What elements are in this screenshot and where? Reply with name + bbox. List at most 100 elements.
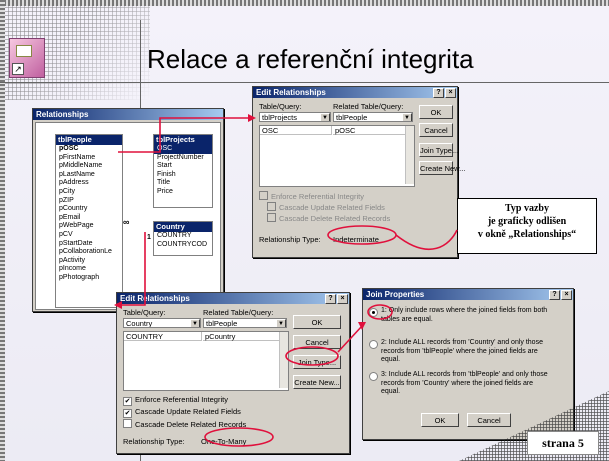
edit-relationships-dialog-bottom[interactable]: Edit Relationships ? × Table/Query: Relat… bbox=[116, 292, 350, 454]
grid-left-field[interactable]: COUNTRY bbox=[124, 332, 202, 341]
relationships-titlebar[interactable]: Relationships bbox=[33, 109, 223, 120]
table-field[interactable]: pOSC bbox=[56, 145, 122, 154]
related-table-value: tblPeople bbox=[206, 319, 238, 328]
table-country-header[interactable]: Country bbox=[154, 222, 212, 232]
table-tblprojects-header[interactable]: tblProjects bbox=[154, 135, 212, 145]
cascade-update-checkbox[interactable]: Cascade Update Related Fields bbox=[267, 202, 385, 212]
access-logo-icon: ↗ bbox=[9, 38, 45, 78]
grid-scrollbar[interactable] bbox=[279, 332, 288, 388]
join-option-2[interactable]: 2: Include ALL records from 'Country' an… bbox=[369, 339, 569, 367]
cascade-update-checkbox[interactable]: ✔ Cascade Update Related Fields bbox=[123, 407, 241, 418]
table-country[interactable]: Country COUNTRY COUNTRYCOD bbox=[153, 221, 213, 256]
join-type-button[interactable]: Join Type... bbox=[293, 355, 341, 369]
chevron-down-icon[interactable]: ▼ bbox=[320, 113, 330, 121]
table-field[interactable]: pZIP bbox=[56, 197, 122, 206]
chevron-down-icon[interactable]: ▼ bbox=[402, 113, 412, 121]
table-field[interactable]: pCountry bbox=[56, 205, 122, 214]
check-icon[interactable] bbox=[123, 419, 132, 428]
close-icon[interactable]: × bbox=[561, 290, 572, 300]
table-field[interactable]: pCV bbox=[56, 231, 122, 240]
slide-title: Relace a referenční integrita bbox=[147, 44, 474, 74]
table-field[interactable]: pIncome bbox=[56, 265, 122, 274]
field-mapping-grid[interactable]: OSC pOSC bbox=[259, 125, 415, 187]
join-option-1-line2: tables are equal. bbox=[381, 315, 433, 323]
enforce-integrity-checkbox[interactable]: Enforce Referential Integrity bbox=[259, 191, 364, 201]
edit-relationships-top-titlebar[interactable]: Edit Relationships ? × bbox=[253, 87, 457, 98]
table-field[interactable]: Finish bbox=[154, 171, 212, 180]
table-field[interactable]: Price bbox=[154, 188, 212, 197]
check-icon[interactable]: ✔ bbox=[123, 397, 132, 406]
chevron-down-icon[interactable]: ▼ bbox=[190, 319, 200, 327]
table-field[interactable]: pAddress bbox=[56, 179, 122, 188]
close-icon[interactable]: × bbox=[337, 294, 348, 304]
grid-left-field[interactable]: OSC bbox=[260, 126, 332, 135]
related-table-value: tblPeople bbox=[336, 113, 368, 122]
table-tblprojects[interactable]: tblProjects OSC ProjectNumber Start Finish T… bbox=[153, 134, 213, 208]
table-tblpeople[interactable]: tblPeople pOSC pFirstName pMiddleName pLast… bbox=[55, 134, 123, 308]
table-field[interactable]: COUNTRY bbox=[154, 232, 212, 241]
table-field[interactable]: pStartDate bbox=[56, 240, 122, 249]
table-field[interactable]: pWebPage bbox=[56, 222, 122, 231]
table-field[interactable]: COUNTRYCOD bbox=[154, 241, 212, 250]
close-icon[interactable]: × bbox=[445, 88, 456, 98]
enforce-integrity-checkbox[interactable]: ✔ Enforce Referential Integrity bbox=[123, 395, 228, 406]
relationship-type-label: Relationship Type: bbox=[259, 235, 321, 244]
join-option-3-number: 3: bbox=[381, 371, 387, 378]
radio-button-2[interactable] bbox=[369, 340, 378, 349]
table-query-select[interactable]: Country ▼ bbox=[123, 318, 201, 328]
create-new-button[interactable]: Create New... bbox=[293, 375, 341, 389]
grid-scrollbar[interactable] bbox=[405, 126, 414, 184]
relationships-title: Relationships bbox=[36, 110, 89, 119]
radio-button-1[interactable] bbox=[369, 308, 378, 317]
table-field[interactable]: pCollaborationLe bbox=[56, 248, 122, 257]
cancel-button[interactable]: Cancel bbox=[293, 335, 341, 349]
cascade-delete-checkbox[interactable]: Cascade Delete Related Records bbox=[267, 213, 390, 223]
edit-relationships-dialog-top[interactable]: Edit Relationships ? × Table/Query: Relat… bbox=[252, 86, 465, 258]
related-table-select[interactable]: tblPeople ▼ bbox=[333, 112, 413, 122]
related-table-select[interactable]: tblPeople ▼ bbox=[203, 318, 287, 328]
table-field[interactable]: Title bbox=[154, 179, 212, 188]
join-option-1-line1: Only include rows where the joined field… bbox=[388, 307, 548, 314]
relationship-type-value: One-To-Many bbox=[201, 437, 247, 446]
edit-relationships-bottom-titlebar[interactable]: Edit Relationships ? × bbox=[117, 293, 349, 304]
join-cancel-button[interactable]: Cancel bbox=[467, 413, 511, 427]
chevron-down-icon[interactable]: ▼ bbox=[276, 319, 286, 327]
table-field[interactable]: pCity bbox=[56, 188, 122, 197]
relationship-type-value: Indeterminate bbox=[333, 235, 379, 244]
join-type-button[interactable]: Join Type... bbox=[419, 143, 458, 157]
check-icon[interactable]: ✔ bbox=[123, 409, 132, 418]
join-properties-titlebar[interactable]: Join Properties ? × bbox=[363, 289, 573, 300]
cascade-delete-checkbox[interactable]: Cascade Delete Related Records bbox=[123, 419, 246, 429]
help-icon[interactable]: ? bbox=[325, 294, 336, 304]
ok-button[interactable]: OK bbox=[293, 315, 341, 329]
table-field[interactable]: pPhotograph bbox=[56, 274, 122, 283]
callout-line-2: je graficky odlišen bbox=[487, 216, 567, 227]
table-field[interactable]: pFirstName bbox=[56, 154, 122, 163]
frame-left-border bbox=[0, 0, 5, 461]
join-option-3[interactable]: 3: Include ALL records from 'tblPeople' … bbox=[369, 371, 569, 399]
join-ok-button[interactable]: OK bbox=[421, 413, 459, 427]
create-new-button[interactable]: Create New... bbox=[419, 161, 465, 175]
help-icon[interactable]: ? bbox=[549, 290, 560, 300]
grid-right-field[interactable]: pCountry bbox=[203, 332, 279, 341]
table-field[interactable]: pEmail bbox=[56, 214, 122, 223]
help-icon[interactable]: ? bbox=[433, 88, 444, 98]
table-field[interactable]: pMiddleName bbox=[56, 162, 122, 171]
join-properties-dialog[interactable]: Join Properties ? × 1: Only include rows … bbox=[362, 288, 574, 440]
grid-right-field[interactable]: pOSC bbox=[333, 126, 405, 135]
table-field[interactable]: pLastName bbox=[56, 171, 122, 180]
join-option-1[interactable]: 1: Only include rows where the joined fi… bbox=[369, 307, 569, 327]
cancel-button[interactable]: Cancel bbox=[419, 123, 453, 137]
field-mapping-grid[interactable]: COUNTRY pCountry bbox=[123, 331, 289, 391]
table-query-select[interactable]: tblProjects ▼ bbox=[259, 112, 331, 122]
table-field[interactable]: Start bbox=[154, 162, 212, 171]
relationships-window[interactable]: Relationships tblPeople pOSC pFirstName pM… bbox=[32, 108, 224, 312]
slide-background: ↗ Relace a referenční integrita Relation… bbox=[0, 0, 609, 461]
table-field[interactable]: pActivity bbox=[56, 257, 122, 266]
table-field[interactable]: ProjectNumber bbox=[154, 154, 212, 163]
table-tblpeople-header[interactable]: tblPeople bbox=[56, 135, 122, 145]
join-option-2-number: 2: bbox=[381, 339, 387, 346]
radio-button-3[interactable] bbox=[369, 372, 378, 381]
ok-button[interactable]: OK bbox=[419, 105, 453, 119]
table-field[interactable]: OSC bbox=[154, 145, 212, 154]
